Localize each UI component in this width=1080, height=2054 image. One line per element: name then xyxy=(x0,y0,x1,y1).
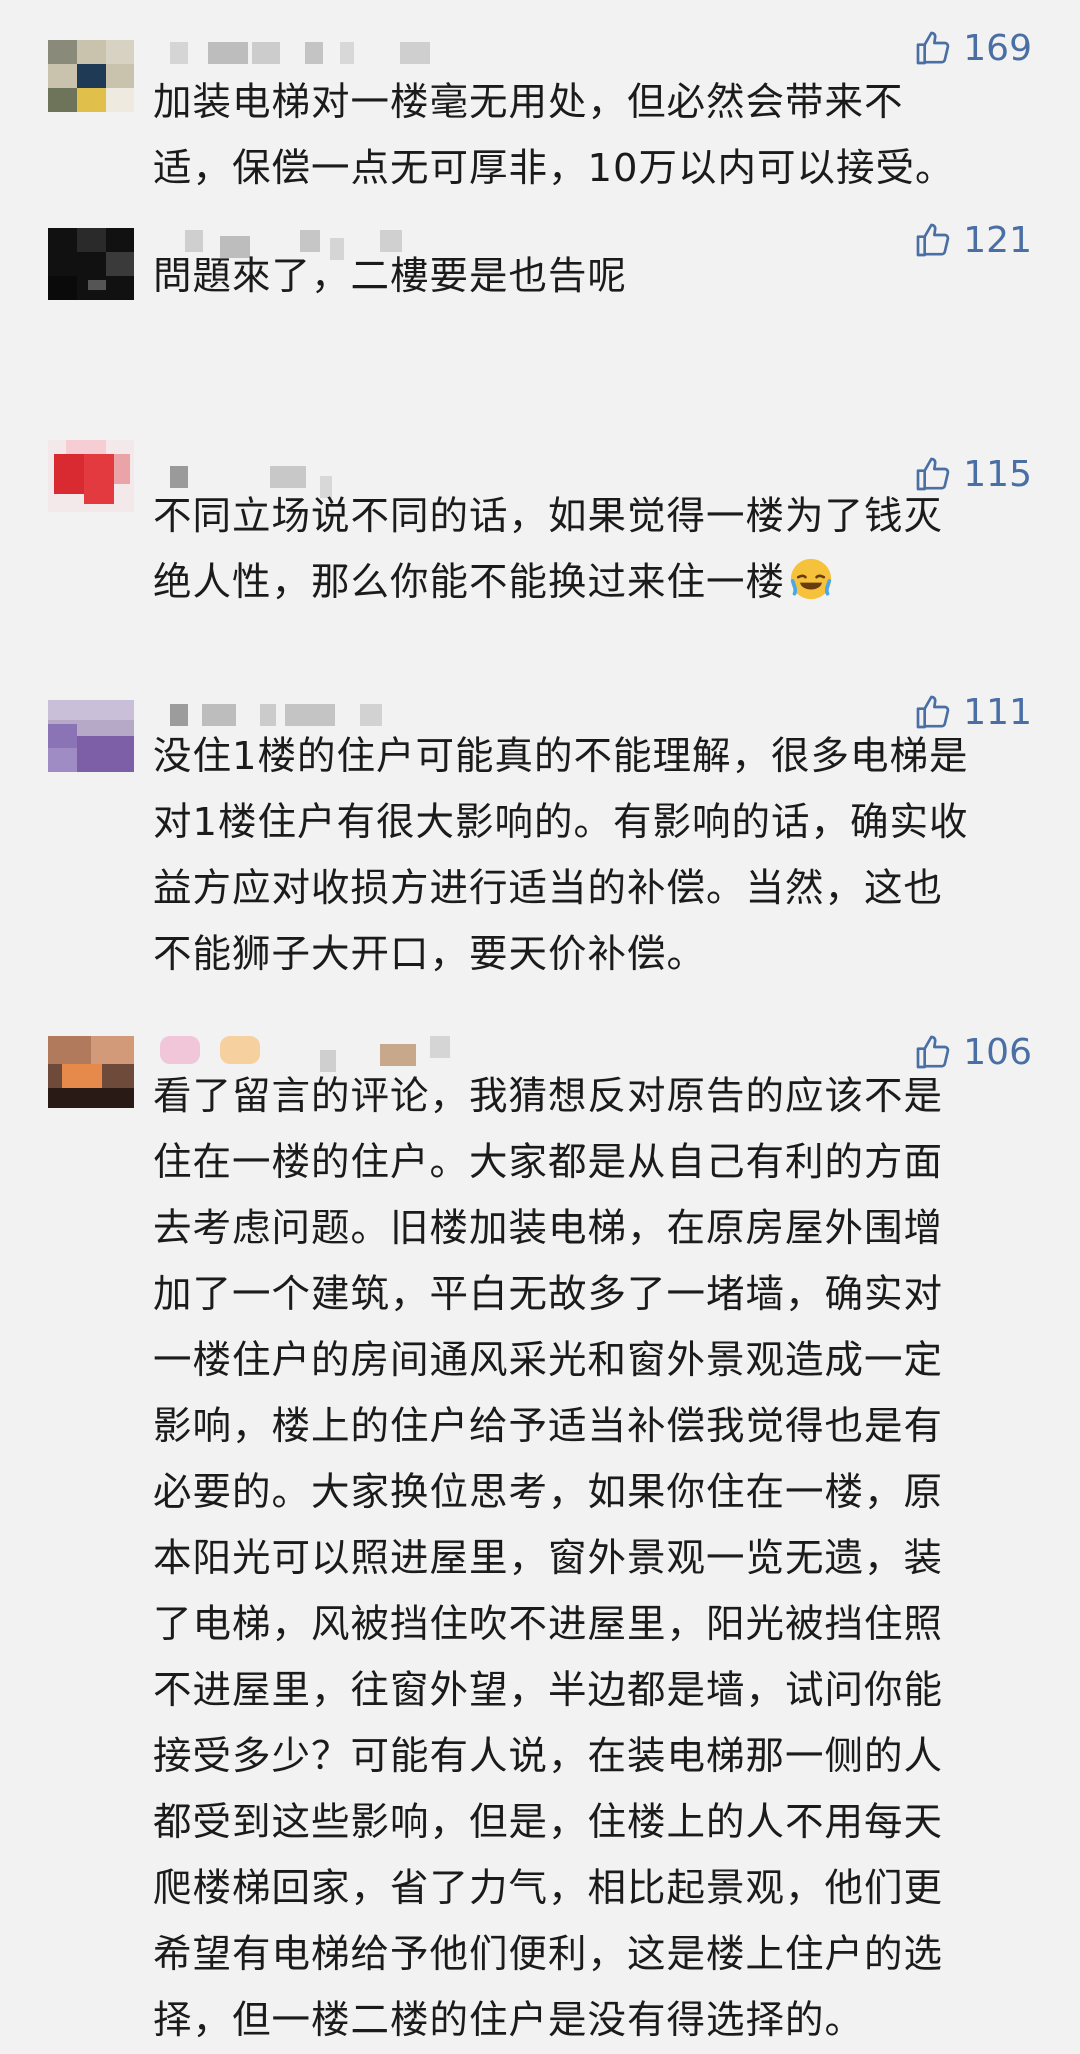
comment-text: 問題來了，二樓要是也告呢 xyxy=(153,254,628,299)
username-pixelated[interactable] xyxy=(160,42,520,72)
comment-item: 115 不同立场说不同的话，如果觉得一楼为了钱灭 绝人性，那么你能不能换过来住一… xyxy=(0,440,1080,640)
comment-item: 106 看了留言的评论，我猜想反对原告的应该不是 住在一楼的住户。大家都是从自己… xyxy=(0,1030,1080,2043)
comment-text: 看了留言的评论，我猜想反对原告的应该不是 住在一楼的住户。大家都是从自己有利的方… xyxy=(153,1074,944,2043)
laughing-crying-emoji-icon xyxy=(790,558,832,600)
comment-item: 111 没住1楼的住户可能真的不能理解，很多电梯是 对1楼住户有很大影响的。有影… xyxy=(0,690,1080,977)
avatar[interactable] xyxy=(48,1036,134,1108)
username-pixelated[interactable] xyxy=(160,1036,520,1072)
comment-text: 不同立场说不同的话，如果觉得一楼为了钱灭 绝人性，那么你能不能换过来住一楼 xyxy=(153,484,1033,616)
avatar[interactable] xyxy=(48,700,134,772)
avatar[interactable] xyxy=(48,228,134,300)
thumbs-up-icon xyxy=(916,31,950,65)
comment-item: 121 問題來了，二樓要是也告呢 xyxy=(0,210,1080,350)
comment-text: 没住1楼的住户可能真的不能理解，很多电梯是 对1楼住户有很大影响的。有影响的话，… xyxy=(153,734,969,977)
like-count: 169 xyxy=(963,27,1032,69)
comment-text: 加装电梯对一楼毫无用处，但必然会带来不 适，保偿一点无可厚非，10万以内可以接受… xyxy=(153,80,955,191)
avatar[interactable] xyxy=(48,440,134,512)
like-button[interactable]: 169 xyxy=(913,26,1032,70)
comment-item: 169 加装电梯对一楼毫无用处，但必然会带来不 适，保偿一点无可厚非，10万以内… xyxy=(0,0,1080,200)
avatar[interactable] xyxy=(48,40,134,112)
